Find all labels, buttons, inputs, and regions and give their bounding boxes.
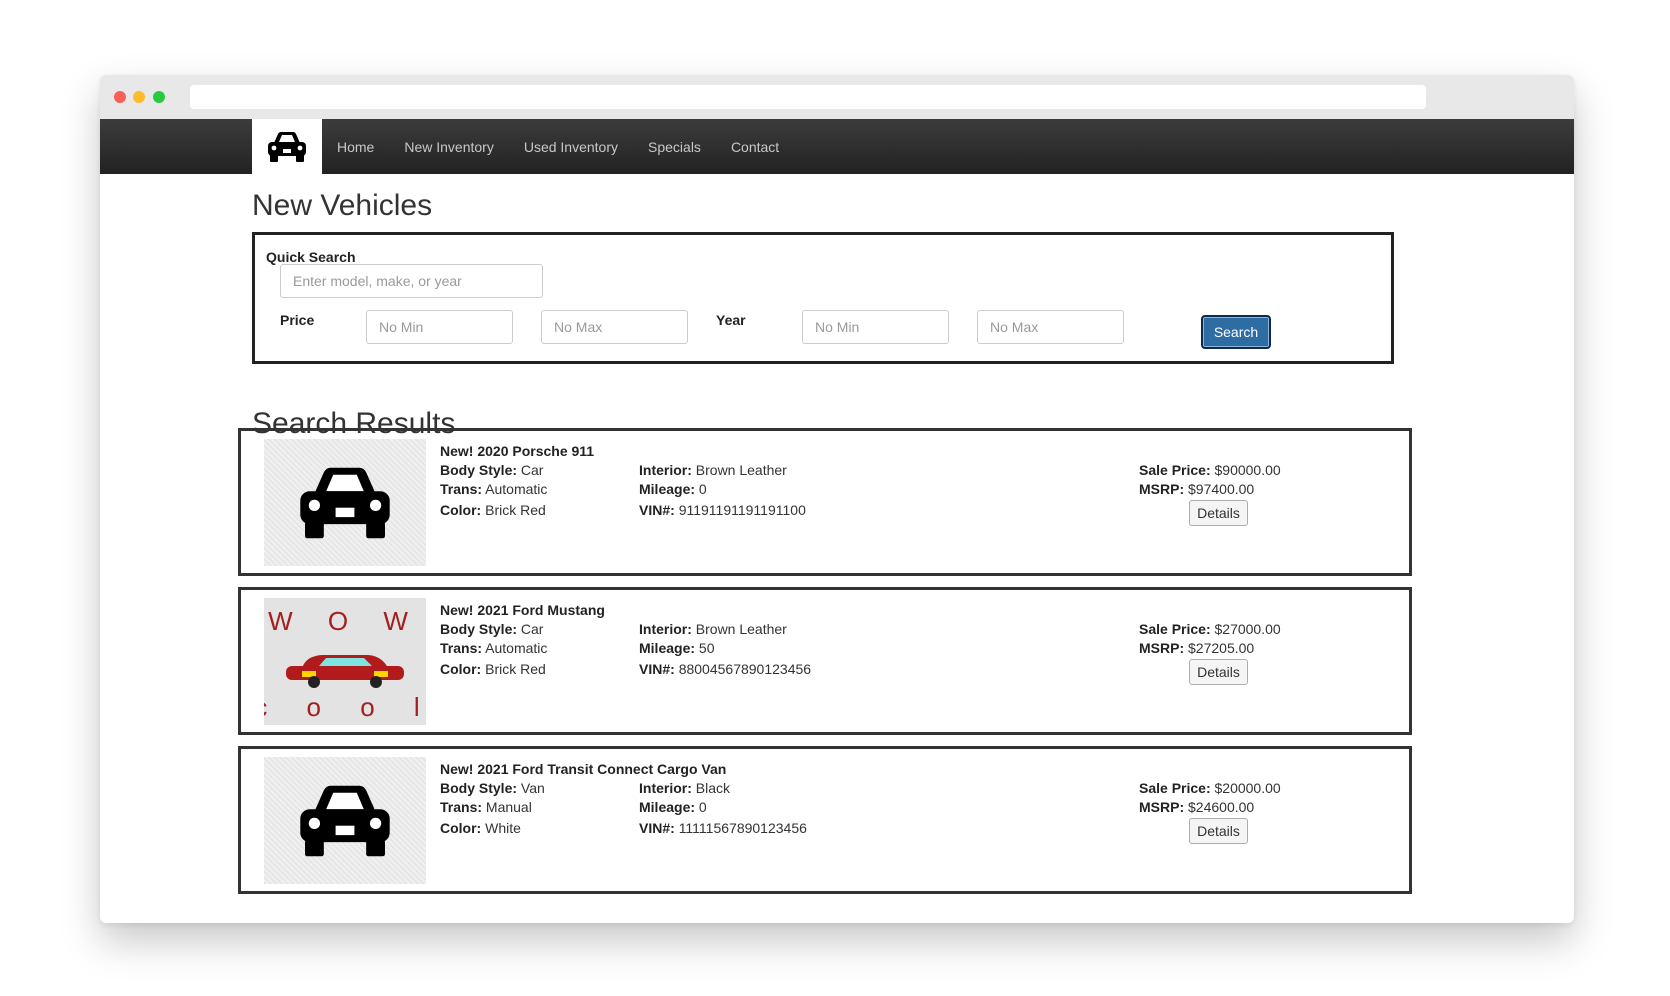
- mileage: Mileage: 0: [639, 481, 707, 497]
- car-icon: [300, 467, 390, 538]
- maximize-window-icon[interactable]: [153, 91, 165, 103]
- mileage: Mileage: 50: [639, 640, 715, 656]
- color: Color: Brick Red: [440, 661, 546, 677]
- color: Color: White: [440, 820, 521, 836]
- vehicle-title: New! 2021 Ford Mustang: [440, 602, 605, 618]
- vehicle-image[interactable]: [264, 757, 426, 884]
- transmission: Trans: Manual: [440, 799, 532, 815]
- browser-window: Home New Inventory Used Inventory Specia…: [100, 75, 1574, 923]
- price-label: Price: [280, 312, 315, 328]
- msrp: MSRP: $24600.00: [1139, 799, 1255, 815]
- car-logo-icon: [268, 131, 306, 162]
- browser-chrome: [100, 75, 1574, 119]
- quick-search-label: Quick Search: [266, 249, 356, 265]
- page-title: New Vehicles: [252, 189, 433, 222]
- minimize-window-icon[interactable]: [133, 91, 145, 103]
- result-card: New! 2020 Porsche 911 Body Style: Car Tr…: [238, 428, 1412, 576]
- details-button[interactable]: Details: [1189, 500, 1248, 526]
- year-label: Year: [716, 312, 746, 328]
- year-min-input[interactable]: [802, 310, 949, 344]
- nav-home[interactable]: Home: [322, 139, 389, 155]
- msrp: MSRP: $27205.00: [1139, 640, 1255, 656]
- mileage: Mileage: 0: [639, 799, 707, 815]
- quick-search-input[interactable]: [280, 264, 543, 298]
- sale-price: Sale Price: $27000.00: [1139, 621, 1281, 637]
- result-card: W O W c o o l New! 2021 Ford Mustang Bod…: [238, 587, 1412, 735]
- nav-links: Home New Inventory Used Inventory Specia…: [322, 119, 794, 174]
- address-bar[interactable]: [190, 85, 1426, 109]
- body-style: Body Style: Van: [440, 780, 545, 796]
- interior: Interior: Black: [639, 780, 731, 796]
- cool-text: c o o l: [264, 692, 426, 722]
- year-max-input[interactable]: [977, 310, 1124, 344]
- price-min-input[interactable]: [366, 310, 513, 344]
- search-button[interactable]: Search: [1201, 315, 1271, 349]
- wow-text: W O W: [268, 606, 422, 636]
- nav-used-inventory[interactable]: Used Inventory: [509, 139, 633, 155]
- vin: VIN#: 91191191191191100: [639, 502, 806, 518]
- nav-specials[interactable]: Specials: [633, 139, 716, 155]
- details-button[interactable]: Details: [1189, 818, 1248, 844]
- price-max-input[interactable]: [541, 310, 688, 344]
- vehicle-image[interactable]: [264, 439, 426, 566]
- vehicle-image[interactable]: W O W c o o l: [264, 598, 426, 725]
- interior: Interior: Brown Leather: [639, 462, 787, 478]
- sale-price: Sale Price: $90000.00: [1139, 462, 1281, 478]
- transmission: Trans: Automatic: [440, 481, 548, 497]
- car-icon: [300, 785, 390, 856]
- navbar: Home New Inventory Used Inventory Specia…: [100, 119, 1574, 174]
- nav-contact[interactable]: Contact: [716, 139, 794, 155]
- vehicle-title: New! 2020 Porsche 911: [440, 443, 595, 459]
- nav-new-inventory[interactable]: New Inventory: [389, 139, 508, 155]
- body-style: Body Style: Car: [440, 621, 544, 637]
- details-button[interactable]: Details: [1189, 659, 1248, 685]
- wow-cool-car-image: W O W c o o l: [264, 606, 426, 722]
- vehicle-title: New! 2021 Ford Transit Connect Cargo Van: [440, 761, 727, 777]
- close-window-icon[interactable]: [114, 91, 126, 103]
- result-card: New! 2021 Ford Transit Connect Cargo Van…: [238, 746, 1412, 894]
- sale-price: Sale Price: $20000.00: [1139, 780, 1281, 796]
- quick-search-panel: Quick Search Price Year Search: [252, 232, 1394, 364]
- msrp: MSRP: $97400.00: [1139, 481, 1255, 497]
- vin: VIN#: 88004567890123456: [639, 661, 812, 677]
- transmission: Trans: Automatic: [440, 640, 548, 656]
- interior: Interior: Brown Leather: [639, 621, 787, 637]
- vin: VIN#: 11111567890123456: [639, 820, 807, 836]
- body-style: Body Style: Car: [440, 462, 544, 478]
- brand-logo[interactable]: [252, 119, 322, 174]
- color: Color: Brick Red: [440, 502, 546, 518]
